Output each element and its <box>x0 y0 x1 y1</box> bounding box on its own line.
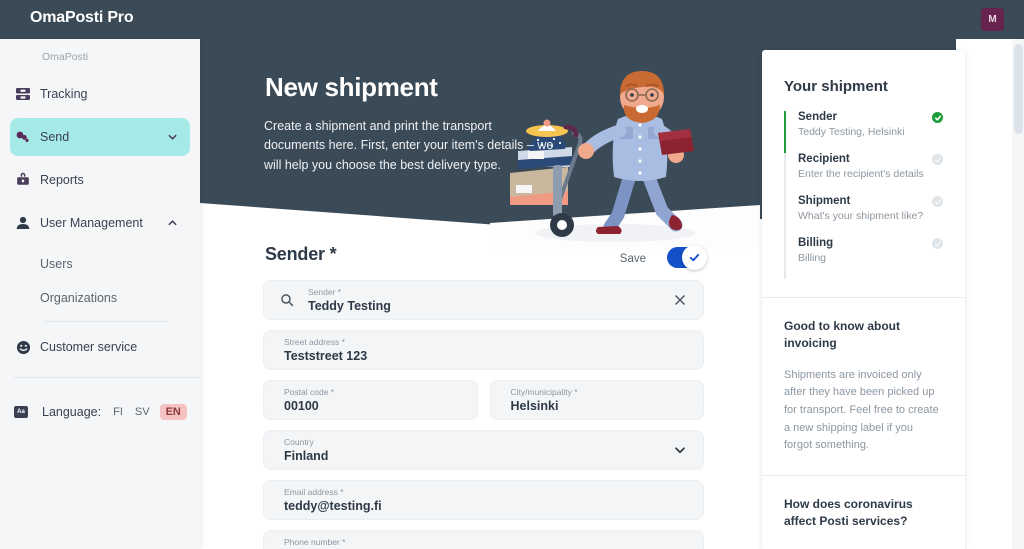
form-row-phone: Phone number * <box>263 530 704 549</box>
field-label: City/municipality * <box>510 387 578 397</box>
brand-logo[interactable]: OmaPosti Pro <box>30 9 134 27</box>
form-row-street: Street address * Teststreet 123 <box>263 330 704 370</box>
form-header: Sender * Save <box>200 230 756 280</box>
step-name: Sender <box>798 111 837 123</box>
step-billing[interactable]: Billing Billing <box>784 237 943 279</box>
step-recipient[interactable]: Recipient Enter the recipient's details <box>784 153 943 195</box>
sidebar-subitem-label: Organizations <box>40 291 118 305</box>
chevron-down-icon[interactable] <box>167 132 178 143</box>
country-select[interactable]: Country Finland <box>263 430 704 470</box>
field-value: Helsinki <box>510 399 559 413</box>
sidebar-item-tracking[interactable]: Tracking <box>10 75 190 113</box>
send-icon <box>14 128 32 146</box>
sender-form: Sender * Save Sender * Teddy Testing Str… <box>200 230 756 549</box>
clear-icon[interactable] <box>673 293 687 307</box>
sidebar-subitem-label: Users <box>40 257 73 271</box>
step-subtitle: What's your shipment like? <box>798 210 924 222</box>
info-block-coronavirus[interactable]: How does coronavirus affect Posti servic… <box>762 476 965 549</box>
sidebar-item-user-management[interactable]: User Management <box>10 204 190 242</box>
form-row-country: Country Finland <box>263 430 704 470</box>
info-block-invoicing: Good to know about invoicing Shipments a… <box>762 298 965 475</box>
field-value: Teststreet 123 <box>284 349 368 363</box>
language-label: Language: <box>42 405 102 419</box>
your-shipment-panel: Your shipment Sender Teddy Testing, Hels… <box>762 50 965 549</box>
postal-code-input[interactable]: Postal code * 00100 <box>263 380 478 420</box>
chevron-down-icon[interactable] <box>673 443 687 457</box>
sidebar-group-label: OmaPosti <box>42 51 89 63</box>
sidebar-item-label: Tracking <box>40 87 88 101</box>
toggle-knob <box>682 245 707 270</box>
language-option-fi[interactable]: FI <box>113 406 123 418</box>
step-subtitle: Teddy Testing, Helsinki <box>798 126 905 138</box>
step-shipment[interactable]: Shipment What's your shipment like? <box>784 195 943 237</box>
sidebar-subitem-users[interactable]: Users <box>10 247 190 281</box>
step-name: Shipment <box>798 195 851 207</box>
sidebar-divider-bottom <box>14 377 200 378</box>
field-value: Teddy Testing <box>308 299 391 313</box>
form-row-email: Email address * teddy@testing.fi <box>263 480 704 520</box>
save-label: Save <box>619 253 646 265</box>
search-icon <box>280 293 294 307</box>
field-label: Email address * <box>284 487 344 497</box>
email-input[interactable]: Email address * teddy@testing.fi <box>263 480 704 520</box>
language-icon: Aa <box>14 406 28 418</box>
step-sender[interactable]: Sender Teddy Testing, Helsinki <box>784 111 943 153</box>
step-subtitle: Enter the recipient's details <box>798 168 924 180</box>
section-title: Sender * <box>265 244 337 264</box>
sidebar-item-label: User Management <box>40 216 143 230</box>
language-option-sv[interactable]: SV <box>135 406 150 418</box>
form-fields: Sender * Teddy Testing Street address * … <box>200 280 756 549</box>
info-heading: Good to know about invoicing <box>784 319 900 351</box>
scrollbar-thumb[interactable] <box>1014 44 1023 134</box>
form-row-sender: Sender * Teddy Testing <box>263 280 704 320</box>
pending-icon <box>932 238 943 249</box>
sidebar-item-send[interactable]: Send <box>10 118 190 156</box>
field-value: teddy@testing.fi <box>284 499 382 513</box>
sidebar-item-label: Reports <box>40 173 84 187</box>
avatar[interactable]: M <box>981 8 1004 31</box>
sidebar-item-customer-service[interactable]: Customer service <box>10 328 190 366</box>
chevron-up-icon[interactable] <box>167 218 178 229</box>
page-description: Create a shipment and print the transpor… <box>264 119 554 172</box>
field-label: Sender * <box>308 287 342 297</box>
sidebar-subitem-organizations[interactable]: Organizations <box>10 281 190 315</box>
language-selector: Aa Language: FI SV EN <box>10 404 200 420</box>
info-heading: How does coronavirus affect Posti servic… <box>784 496 913 529</box>
sender-input[interactable]: Sender * Teddy Testing <box>263 280 704 320</box>
shipment-steps: Sender Teddy Testing, Helsinki Recipient… <box>762 111 965 297</box>
app-window: OmaPosti Pro M New shipment Create a shi… <box>0 0 1024 549</box>
tracking-icon <box>14 85 32 103</box>
check-icon <box>932 112 943 123</box>
language-option-en[interactable]: EN <box>159 404 187 420</box>
form-row-postal-city: Postal code * 00100 City/municipality * … <box>263 380 704 420</box>
step-name: Recipient <box>798 153 850 165</box>
info-body: Shipments are invoiced only after they h… <box>784 368 939 452</box>
field-label: Phone number * <box>284 537 346 547</box>
sidebar-item-reports[interactable]: Reports <box>10 161 190 199</box>
field-label: Country <box>284 437 314 447</box>
sidebar-nav: Tracking Send Reports User Management Us… <box>10 70 190 371</box>
user-icon <box>14 214 32 232</box>
sidebar-divider <box>44 321 168 322</box>
city-input[interactable]: City/municipality * Helsinki <box>489 380 704 420</box>
pending-icon <box>932 154 943 165</box>
sidebar-item-label: Customer service <box>40 340 138 354</box>
field-value: Finland <box>284 449 329 463</box>
sidebar: OmaPosti Tracking Send Reports User Mana… <box>0 39 200 549</box>
smiley-icon <box>14 338 32 356</box>
reports-icon <box>14 171 32 189</box>
field-value: 00100 <box>284 399 319 413</box>
phone-input[interactable]: Phone number * <box>263 530 704 549</box>
page-title: New shipment <box>265 72 438 102</box>
step-subtitle: Billing <box>798 252 827 264</box>
pending-icon <box>932 196 943 207</box>
sidebar-item-label: Send <box>40 130 70 144</box>
street-address-input[interactable]: Street address * Teststreet 123 <box>263 330 704 370</box>
save-toggle[interactable] <box>667 245 707 270</box>
field-label: Street address * <box>284 337 345 347</box>
step-name: Billing <box>798 237 834 249</box>
field-label: Postal code * <box>284 387 335 397</box>
panel-title: Your shipment <box>784 78 888 95</box>
top-bar: OmaPosti Pro M <box>0 0 1024 39</box>
